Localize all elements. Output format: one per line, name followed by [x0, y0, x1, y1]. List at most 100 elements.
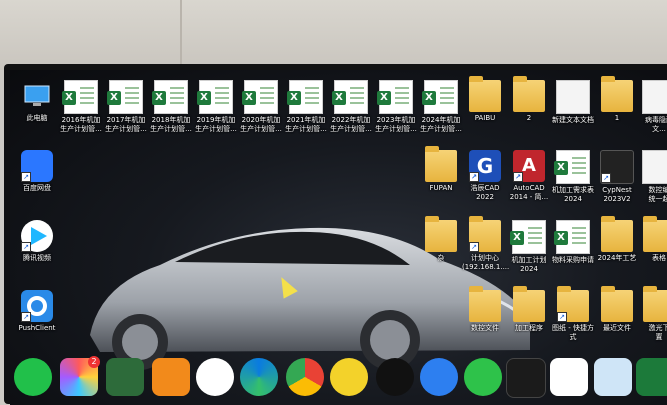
- folder-icon: [425, 146, 457, 182]
- folder-icon: [425, 216, 457, 252]
- desktop-icon-label: 腾讯视频: [23, 254, 51, 262]
- excel-file-icon: X: [152, 80, 188, 114]
- taskbar-green-app-icon[interactable]: [106, 358, 144, 396]
- desktop-icon-excel-2016[interactable]: X 2016年机加 生产计划管...: [58, 80, 104, 134]
- desktop-icon-folder-tables[interactable]: 表格: [636, 216, 667, 263]
- folder-icon: [643, 286, 667, 322]
- desktop-icon-label: 2022年机加 生产计划管...: [330, 116, 372, 133]
- desktop-icon-excel-2021[interactable]: X 2021年机加 生产计划管...: [283, 80, 329, 134]
- folder-icon: [513, 76, 545, 112]
- desktop-icon-excel-2020[interactable]: X 2020年机加 生产计划管...: [238, 80, 284, 134]
- folder-icon: [601, 286, 633, 322]
- desktop-icon-label: 2019年机加 生产计划管...: [195, 116, 237, 133]
- gear-icon: ↗: [21, 290, 53, 322]
- desktop-icon-autocad[interactable]: A ↗ AutoCAD 2014 - 简...: [506, 150, 552, 202]
- desktop-icon-pushclient[interactable]: ↗ PushClient: [14, 290, 60, 333]
- baidu-cloud-icon: ↗: [21, 150, 53, 182]
- excel-file-icon: X: [62, 80, 98, 114]
- folder-icon: ↗: [557, 286, 589, 322]
- desktop-icon-baidu-netdisk[interactable]: ↗ 百度网盘: [14, 150, 60, 193]
- desktop-icon-machining-demand[interactable]: X 机加工需求表 2024: [550, 150, 596, 204]
- computer-icon: [21, 80, 53, 112]
- desktop-icon-label: 此电脑: [26, 114, 48, 122]
- desktop-icon-machining-plan[interactable]: X 机加工计划 2024: [506, 220, 552, 274]
- wall-background: [0, 0, 667, 70]
- desktop-icon-label: 激光下 置: [648, 324, 667, 341]
- network-folder-icon: ↗: [469, 216, 501, 252]
- haochen-cad-icon: G ↗: [469, 150, 501, 182]
- desktop-icon-label: 图纸 - 快捷方 式: [552, 324, 594, 341]
- qq-penguin-icon[interactable]: [376, 358, 414, 396]
- folder-icon: [469, 286, 501, 322]
- desktop-icon-label: 2024年工艺: [597, 254, 637, 262]
- desktop-icon-folder-nc-files[interactable]: 数控文件: [462, 286, 508, 333]
- desktop-icon-folder-2024-process[interactable]: 2024年工艺: [594, 216, 640, 263]
- edge-browser-icon[interactable]: [240, 358, 278, 396]
- desktop-icon-label: 2023年机加 生产计划管...: [375, 116, 417, 133]
- star-app-icon[interactable]: [420, 358, 458, 396]
- folder-icon: [601, 216, 633, 252]
- excel-file-icon: X: [107, 80, 143, 114]
- desktop-icon-excel-2023[interactable]: X 2023年机加 生产计划管...: [373, 80, 419, 134]
- desktop-icon-label: 最近文件: [603, 324, 631, 332]
- recycle-bin-icon[interactable]: [594, 358, 632, 396]
- chrome-browser-icon[interactable]: [286, 358, 324, 396]
- music-app-icon[interactable]: [330, 358, 368, 396]
- excel-file-icon: X: [287, 80, 323, 114]
- desktop-icon-excel-2018[interactable]: X 2018年机加 生产计划管...: [148, 80, 194, 134]
- text-document-icon: [556, 80, 590, 114]
- desktop-icon-drawings-shortcut[interactable]: ↗ 图纸 - 快捷方 式: [550, 286, 596, 342]
- desktop-icon-folder-laser[interactable]: 激光下 置: [636, 286, 667, 342]
- desktop-icon-plan-center[interactable]: ↗ 计划中心 (192.168.1....: [462, 216, 510, 272]
- desktop-icon-label: 数控编 统一起: [648, 186, 667, 203]
- gear-file-icon: [642, 80, 667, 114]
- desktop-icon-folder-fupan[interactable]: FUPAN: [418, 146, 464, 193]
- wechat-icon[interactable]: [464, 358, 502, 396]
- desktop-icon-label: 机加工需求表 2024: [552, 186, 594, 203]
- taskbar-green-app-2-icon[interactable]: [636, 358, 667, 396]
- taskbar-add-app-icon[interactable]: [14, 358, 52, 396]
- desktop-icon-label: 2016年机加 生产计划管...: [60, 116, 102, 133]
- desktop-icon-excel-2022[interactable]: X 2022年机加 生产计划管...: [328, 80, 374, 134]
- excel-file-icon: X: [242, 80, 278, 114]
- desktop-icon-label: 计划中心 (192.168.1....: [462, 254, 510, 271]
- excel-file-icon: X: [332, 80, 368, 114]
- desktop-icon-purchase-request[interactable]: X 物料采购申请: [550, 220, 596, 265]
- desktop-icon-label: 2: [526, 114, 532, 122]
- desktop-icon-folder-2[interactable]: 2: [506, 76, 552, 123]
- taskbar-dragon-app-icon[interactable]: [196, 358, 234, 396]
- desktop-icon-folder-1[interactable]: 1: [594, 76, 640, 123]
- desktop-icon-tencent-video[interactable]: ↗ 腾讯视频: [14, 220, 60, 263]
- dark-app-icon[interactable]: [506, 358, 546, 398]
- desktop-icon-label: CypNest 2023V2: [602, 186, 632, 203]
- excel-file-icon: X: [377, 80, 413, 114]
- taskbar-multicolor-app-icon[interactable]: 2: [60, 356, 100, 396]
- desktop-icon-this-pc[interactable]: 此电脑: [14, 80, 60, 123]
- desktop-icon-haochen-cad[interactable]: G ↗ 浩辰CAD 2022: [462, 150, 508, 202]
- desktop-icon-folder-misc[interactable]: 杂: [418, 216, 464, 263]
- desktop-icon-folder-paibu[interactable]: PAIBU: [462, 76, 508, 123]
- autocad-icon: A ↗: [513, 150, 545, 182]
- desktop-icon-label: 加工程序: [515, 324, 543, 332]
- desktop-icon-folder-programs[interactable]: 加工程序: [506, 286, 552, 333]
- desktop-icon-cypnest[interactable]: ↗ CypNest 2023V2: [594, 150, 640, 204]
- desktop-icon-label: 2018年机加 生产计划管...: [150, 116, 192, 133]
- desktop-icon-label: AutoCAD 2014 - 简...: [509, 184, 549, 201]
- desktop-screen: 此电脑 X 2016年机加 生产计划管... X 2017年机加 生产计划管..…: [10, 70, 667, 405]
- desktop-icon-excel-2019[interactable]: X 2019年机加 生产计划管...: [193, 80, 239, 134]
- desktop-icon-excel-2017[interactable]: X 2017年机加 生产计划管...: [103, 80, 149, 134]
- folder-icon: [469, 76, 501, 112]
- desktop-icon-nc-unify[interactable]: 数控编 统一起: [636, 150, 667, 204]
- notification-badge: 2: [88, 356, 100, 368]
- desktop-icon-recent-files[interactable]: 最近文件: [594, 286, 640, 333]
- taskbar-orange-app-icon[interactable]: [152, 358, 190, 396]
- desktop-icon-label: 数控文件: [471, 324, 499, 332]
- desktop-icon-label: 物料采购申请: [552, 256, 594, 264]
- folder-icon: [601, 76, 633, 112]
- desktop-icon-new-text-doc[interactable]: 新建文本文档: [550, 80, 596, 125]
- p-app-icon[interactable]: [550, 358, 588, 396]
- desktop-icon-label: PAIBU: [474, 114, 496, 122]
- desktop-icon-label: 1: [614, 114, 620, 122]
- desktop-icon-folder-virus[interactable]: 病毒隐藏 文...: [636, 80, 667, 134]
- desktop-icon-excel-2024[interactable]: X 2024年机加 生产计划管...: [418, 80, 464, 134]
